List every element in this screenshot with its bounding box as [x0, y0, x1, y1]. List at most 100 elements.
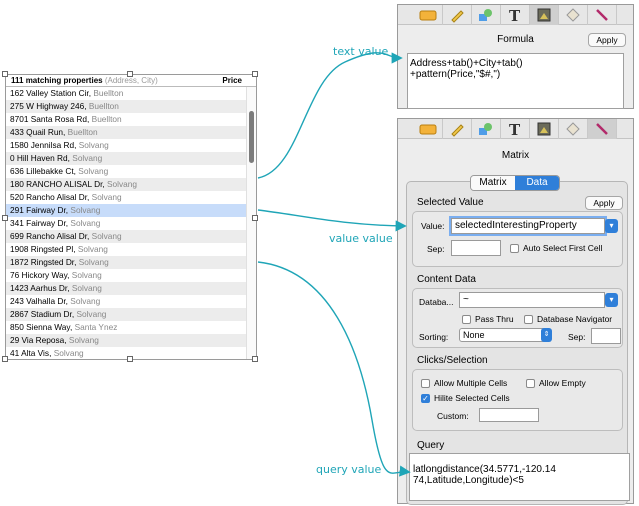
list-item[interactable]: 162 Valley Station Cir, Buellton — [6, 87, 246, 100]
text-tool[interactable]: T — [501, 5, 530, 25]
resize-handle[interactable] — [252, 215, 258, 221]
content-sep-field[interactable] — [591, 328, 621, 344]
database-dropdown-button[interactable]: ▾ — [605, 293, 618, 307]
formula-line-1: Address+tab()+City+tab() — [410, 58, 523, 69]
list-item-address: 243 Valhalla Dr — [10, 296, 66, 306]
diamond-tool[interactable] — [559, 119, 588, 139]
list-item-city: Solvang — [78, 140, 109, 150]
pass-thru-checkbox[interactable] — [462, 315, 471, 324]
button-tool[interactable] — [414, 5, 443, 25]
list-item[interactable]: 1423 Aarhus Dr, Solvang — [6, 282, 246, 295]
value-value-annotation: value value — [329, 232, 393, 245]
pencil-tool[interactable] — [443, 5, 472, 25]
property-list[interactable]: 111 matching properties (Address, City) … — [5, 74, 257, 360]
list-item-address: 180 RANCHO ALISAL Dr — [10, 179, 103, 189]
list-item[interactable]: 8701 Santa Rosa Rd, Buellton — [6, 113, 246, 126]
hilite-checkbox[interactable]: ✓ — [421, 394, 430, 403]
database-field[interactable]: ~ — [459, 292, 605, 308]
list-item[interactable]: 1872 Ringsted Dr, Solvang — [6, 256, 246, 269]
list-item[interactable]: 291 Fairway Dr, Solvang — [6, 204, 246, 217]
button-tool-icon — [419, 124, 437, 135]
matrix-apply-button[interactable]: Apply — [585, 196, 623, 210]
auto-select-checkbox[interactable] — [510, 244, 519, 253]
database-navigator-checkbox[interactable] — [524, 315, 533, 324]
wand-tool-icon — [596, 9, 608, 21]
list-item[interactable]: 29 Via Reposa, Solvang — [6, 334, 246, 347]
list-item-city: Buellton — [67, 127, 98, 137]
resize-handle[interactable] — [252, 356, 258, 362]
list-item[interactable]: 1580 Jennilsa Rd, Solvang — [6, 139, 246, 152]
wand-tool-icon — [596, 123, 608, 135]
allow-multiple-checkbox[interactable] — [421, 379, 430, 388]
list-item-address: 699 Rancho Alisal Dr — [10, 231, 88, 241]
custom-field[interactable] — [479, 408, 539, 422]
text-tool[interactable]: T — [501, 119, 530, 139]
content-data-title: Content Data — [417, 274, 476, 285]
list-scrollbar[interactable] — [246, 87, 256, 359]
list-item[interactable]: 636 Lillebakke Ct, Solvang — [6, 165, 246, 178]
shapes-tool[interactable] — [472, 5, 501, 25]
list-item-address: 162 Valley Station Cir — [10, 88, 89, 98]
shapes-tool[interactable] — [472, 119, 501, 139]
wand-tool[interactable] — [588, 5, 617, 25]
list-count-title: 111 matching properties — [11, 76, 103, 85]
formula-input[interactable]: Address+tab()+City+tab() +pattern(Price,… — [407, 53, 624, 109]
pencil-tool[interactable] — [443, 119, 472, 139]
diamond-tool[interactable] — [559, 5, 588, 25]
list-item[interactable]: 180 RANCHO ALISAL Dr, Solvang — [6, 178, 246, 191]
diamond-tool-icon — [566, 8, 580, 22]
allow-empty-checkbox[interactable] — [526, 379, 535, 388]
custom-label: Custom: — [437, 411, 469, 421]
chevron-down-icon: ▾ — [609, 221, 614, 230]
list-item[interactable]: 2867 Stadium Dr, Solvang — [6, 308, 246, 321]
sorting-select[interactable]: None — [459, 328, 547, 342]
list-item-address: 76 Hickory Way — [10, 270, 68, 280]
button-tool[interactable] — [414, 119, 443, 139]
text-value-arrow — [257, 52, 403, 179]
query-value-arrow — [257, 261, 411, 477]
resize-handle[interactable] — [127, 356, 133, 362]
wand-tool[interactable] — [588, 119, 617, 139]
content-sep-label: Sep: — [568, 332, 586, 342]
list-item[interactable]: 275 W Highway 246, Buellton — [6, 100, 246, 113]
tab-matrix[interactable]: Matrix — [471, 176, 515, 190]
sorting-select-arrows[interactable]: ⇕ — [541, 328, 552, 342]
value-dropdown-button[interactable]: ▾ — [605, 219, 618, 233]
tab-data[interactable]: Data — [515, 176, 559, 190]
resize-handle[interactable] — [2, 71, 8, 77]
list-item[interactable]: 520 Rancho Alisal Dr, Solvang — [6, 191, 246, 204]
pass-thru-label: Pass Thru — [475, 314, 514, 324]
list-item[interactable]: 850 Sienna Way, Santa Ynez — [6, 321, 246, 334]
query-line-2: 74,Latitude,Longitude)<5 — [413, 475, 524, 486]
list-item-city: Buellton — [93, 88, 124, 98]
image-tool[interactable] — [530, 5, 559, 25]
resize-handle[interactable] — [252, 71, 258, 77]
list-item[interactable]: 41 Alta Vis, Solvang — [6, 347, 246, 359]
resize-handle[interactable] — [127, 71, 133, 77]
list-item-city: Santa Ynez — [74, 322, 118, 332]
resize-handle[interactable] — [2, 356, 8, 362]
list-item[interactable]: 0 Hill Haven Rd, Solvang — [6, 152, 246, 165]
list-item[interactable]: 76 Hickory Way, Solvang — [6, 269, 246, 282]
list-item-address: 8701 Santa Rosa Rd — [10, 114, 88, 124]
resize-handle[interactable] — [2, 215, 8, 221]
svg-text:T: T — [509, 121, 521, 137]
query-input[interactable]: latlongdistance(34.5771,-120.14 74,Latit… — [409, 453, 630, 501]
list-item-city: Solvang — [78, 257, 109, 267]
list-item-address: 41 Alta Vis — [10, 348, 50, 358]
scroll-thumb[interactable] — [249, 111, 254, 163]
list-item[interactable]: 433 Quail Run, Buellton — [6, 126, 246, 139]
list-item[interactable]: 243 Valhalla Dr, Solvang — [6, 295, 246, 308]
shapes-tool-icon — [479, 9, 492, 21]
price-column-header: Price — [222, 76, 242, 85]
formula-apply-button[interactable]: Apply — [588, 33, 626, 47]
list-item[interactable]: 699 Rancho Alisal Dr, Solvang — [6, 230, 246, 243]
list-item-address: 29 Via Reposa — [10, 335, 65, 345]
formula-line-2: +pattern(Price,"$#,") — [410, 69, 501, 80]
value-field[interactable]: selectedInterestingProperty — [449, 216, 607, 236]
query-value-annotation: query value — [316, 463, 382, 476]
sep-field[interactable] — [451, 240, 501, 256]
image-tool[interactable] — [530, 119, 559, 139]
list-item[interactable]: 1908 Ringsted Pl, Solvang — [6, 243, 246, 256]
list-item[interactable]: 341 Fairway Dr, Solvang — [6, 217, 246, 230]
